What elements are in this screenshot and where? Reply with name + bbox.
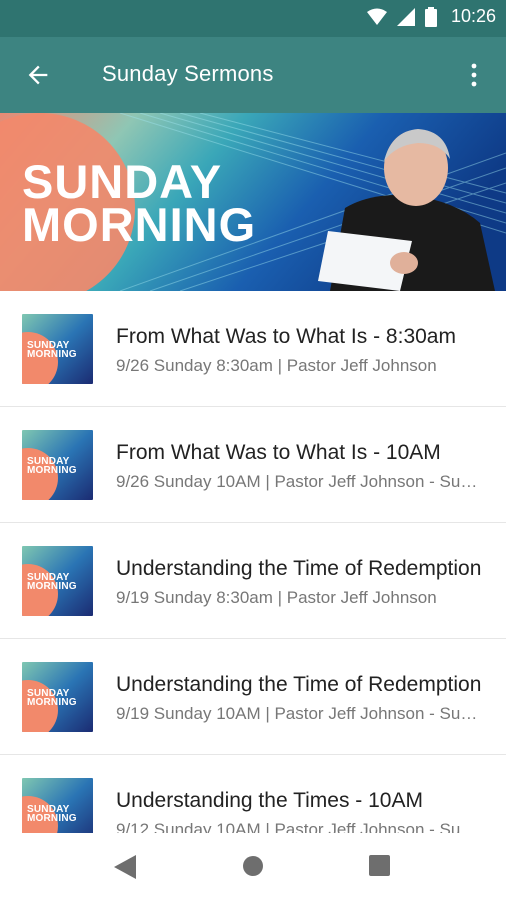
app-bar: Sunday Sermons bbox=[0, 37, 506, 113]
status-icons: 10:26 bbox=[366, 6, 496, 27]
sermon-list: SUNDAY MORNING From What Was to What Is -… bbox=[0, 291, 506, 833]
hero-title-line2: MORNING bbox=[22, 198, 257, 251]
sermon-thumbnail: SUNDAY MORNING bbox=[22, 778, 93, 833]
thumbnail-label-line2: MORNING bbox=[27, 581, 77, 592]
sermon-thumbnail: SUNDAY MORNING bbox=[22, 546, 93, 616]
thumbnail-label: SUNDAY MORNING bbox=[27, 573, 77, 592]
sermon-title: Understanding the Time of Redemption bbox=[116, 557, 482, 580]
status-time: 10:26 bbox=[450, 6, 496, 26]
sermon-thumbnail: SUNDAY MORNING bbox=[22, 314, 93, 384]
nav-back-icon[interactable] bbox=[114, 855, 136, 879]
thumbnail-label-line2: MORNING bbox=[27, 349, 77, 360]
sermon-subtitle: 9/26 Sunday 8:30am | Pastor Jeff Johnson bbox=[116, 356, 437, 375]
sermon-row[interactable]: SUNDAY MORNING Understanding the Time of … bbox=[0, 639, 506, 755]
sermon-row[interactable]: SUNDAY MORNING Understanding the Times - … bbox=[0, 755, 506, 833]
system-nav-bar bbox=[0, 833, 506, 900]
hero-banner: SUNDAY MORNING bbox=[0, 113, 506, 291]
battery-icon bbox=[424, 6, 437, 27]
thumbnail-label-line2: MORNING bbox=[27, 697, 77, 708]
sermon-row[interactable]: SUNDAY MORNING From What Was to What Is -… bbox=[0, 291, 506, 407]
sermon-subtitle: 9/19 Sunday 8:30am | Pastor Jeff Johnson bbox=[116, 588, 437, 607]
sermon-subtitle: 9/19 Sunday 10AM | Pastor Jeff Johnson -… bbox=[116, 704, 486, 723]
sermon-subtitle: 9/12 Sunday 10AM | Pastor Jeff Johnson -… bbox=[116, 820, 486, 833]
cell-signal-icon bbox=[396, 7, 415, 26]
nav-home-icon[interactable] bbox=[242, 855, 264, 877]
hero-title-line1: SUNDAY bbox=[22, 155, 223, 208]
hero-title: SUNDAY MORNING bbox=[22, 155, 257, 251]
nav-recents-icon[interactable] bbox=[369, 855, 390, 876]
thumbnail-label: SUNDAY MORNING bbox=[27, 689, 77, 708]
page-title: Sunday Sermons bbox=[102, 61, 274, 86]
sermon-thumbnail: SUNDAY MORNING bbox=[22, 662, 93, 732]
wifi-icon bbox=[366, 8, 387, 25]
sermon-title: Understanding the Time of Redemption bbox=[116, 673, 482, 696]
sermon-row[interactable]: SUNDAY MORNING Understanding the Time of … bbox=[0, 523, 506, 639]
sermon-row[interactable]: SUNDAY MORNING From What Was to What Is -… bbox=[0, 407, 506, 523]
thumbnail-label: SUNDAY MORNING bbox=[27, 457, 77, 476]
sermon-title: From What Was to What Is - 10AM bbox=[116, 441, 441, 464]
thumbnail-label: SUNDAY MORNING bbox=[27, 341, 77, 360]
sermon-subtitle: 9/26 Sunday 10AM | Pastor Jeff Johnson -… bbox=[116, 472, 486, 491]
status-bar: 10:26 bbox=[0, 0, 506, 37]
back-arrow-icon[interactable] bbox=[24, 61, 52, 89]
thumbnail-label-line2: MORNING bbox=[27, 813, 77, 824]
sermon-title: Understanding the Times - 10AM bbox=[116, 789, 423, 812]
sermon-thumbnail: SUNDAY MORNING bbox=[22, 430, 93, 500]
thumbnail-label: SUNDAY MORNING bbox=[27, 805, 77, 824]
sermon-title: From What Was to What Is - 8:30am bbox=[116, 325, 456, 348]
thumbnail-label-line2: MORNING bbox=[27, 465, 77, 476]
more-vert-icon[interactable] bbox=[462, 61, 486, 89]
